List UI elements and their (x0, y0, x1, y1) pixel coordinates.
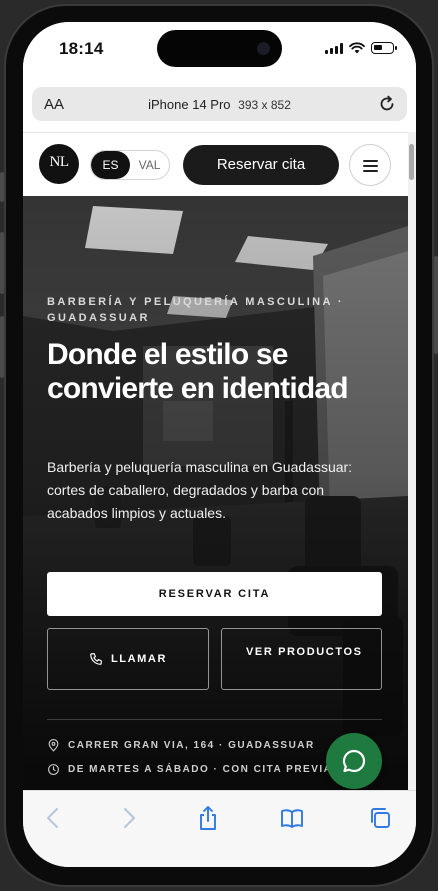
hero-eyebrow: BARBERÍA Y PELUQUERÍA MASCULINA · GUADAS… (47, 296, 344, 324)
status-icons (325, 42, 397, 54)
viewport-label: 393 x 852 (238, 98, 291, 112)
hero-divider (47, 719, 382, 720)
menu-button[interactable] (349, 144, 391, 186)
scrollbar-thumb[interactable] (409, 144, 414, 180)
volume-up-button (0, 232, 4, 294)
action-button (0, 172, 4, 202)
call-button-label: LLAMAR (110, 653, 168, 665)
address-text[interactable]: iPhone 14 Pro 393 x 852 (32, 97, 407, 112)
header-book-button[interactable]: Reservar cita (183, 145, 339, 185)
camera-icon (257, 42, 270, 55)
schedule-row: DE MARTES A SÁBADO · CON CITA PREVIA (47, 763, 332, 776)
page-scrollbar[interactable] (408, 132, 416, 790)
browser-address-area: AA iPhone 14 Pro 393 x 852 (23, 80, 416, 132)
hero-title: Donde el estilo se convierte en identida… (47, 338, 349, 405)
tabs-icon[interactable] (367, 805, 393, 831)
products-button[interactable]: VER PRODUCTOS (221, 628, 382, 690)
power-button (434, 256, 438, 354)
phone-icon (90, 653, 102, 665)
hamburger-icon (363, 160, 378, 162)
wifi-icon (349, 42, 365, 54)
battery-icon (371, 42, 397, 54)
bookmarks-icon[interactable] (279, 805, 305, 831)
hero-book-button[interactable]: RESERVAR CITA (47, 572, 382, 616)
address-row: CARRER GRAN VIA, 164 · GUADASSUAR (47, 739, 315, 752)
hero-description: Barbería y peluquería masculina en Guada… (47, 459, 353, 521)
cellular-signal-icon (325, 42, 343, 54)
lang-option-es[interactable]: ES (91, 151, 130, 179)
map-pin-icon (48, 739, 59, 752)
clock-icon (48, 764, 59, 775)
site-header: NL ES VAL Reservar cita (23, 132, 408, 196)
back-icon[interactable] (41, 805, 67, 831)
status-bar: 18:14 (23, 22, 416, 80)
site-logo[interactable]: NL (39, 144, 79, 184)
lang-option-val[interactable]: VAL (130, 151, 169, 179)
share-icon[interactable] (195, 805, 221, 831)
schedule-text: DE MARTES A SÁBADO · CON CITA PREVIA (68, 764, 333, 775)
logo-text: NL (49, 154, 70, 170)
chat-bubble-icon (342, 749, 366, 773)
device-label: iPhone 14 Pro (148, 97, 231, 112)
hero-section: BARBERÍA Y PELUQUERÍA MASCULINA · GUADAS… (23, 196, 408, 790)
call-button[interactable]: LLAMAR (47, 628, 209, 690)
language-switcher: ES VAL (90, 150, 170, 180)
browser-toolbar (23, 790, 416, 867)
address-text: CARRER GRAN VIA, 164 · GUADASSUAR (68, 740, 315, 751)
dynamic-island (157, 30, 282, 67)
status-time: 18:14 (59, 39, 104, 58)
whatsapp-button[interactable] (326, 733, 382, 789)
reload-icon[interactable] (377, 94, 397, 114)
address-bar[interactable]: AA iPhone 14 Pro 393 x 852 (32, 87, 407, 121)
phone-screen: 18:14 AA iPhone 14 Pro 393 x 852 NL ES V… (23, 22, 416, 867)
forward-icon[interactable] (115, 805, 141, 831)
volume-down-button (0, 316, 4, 378)
